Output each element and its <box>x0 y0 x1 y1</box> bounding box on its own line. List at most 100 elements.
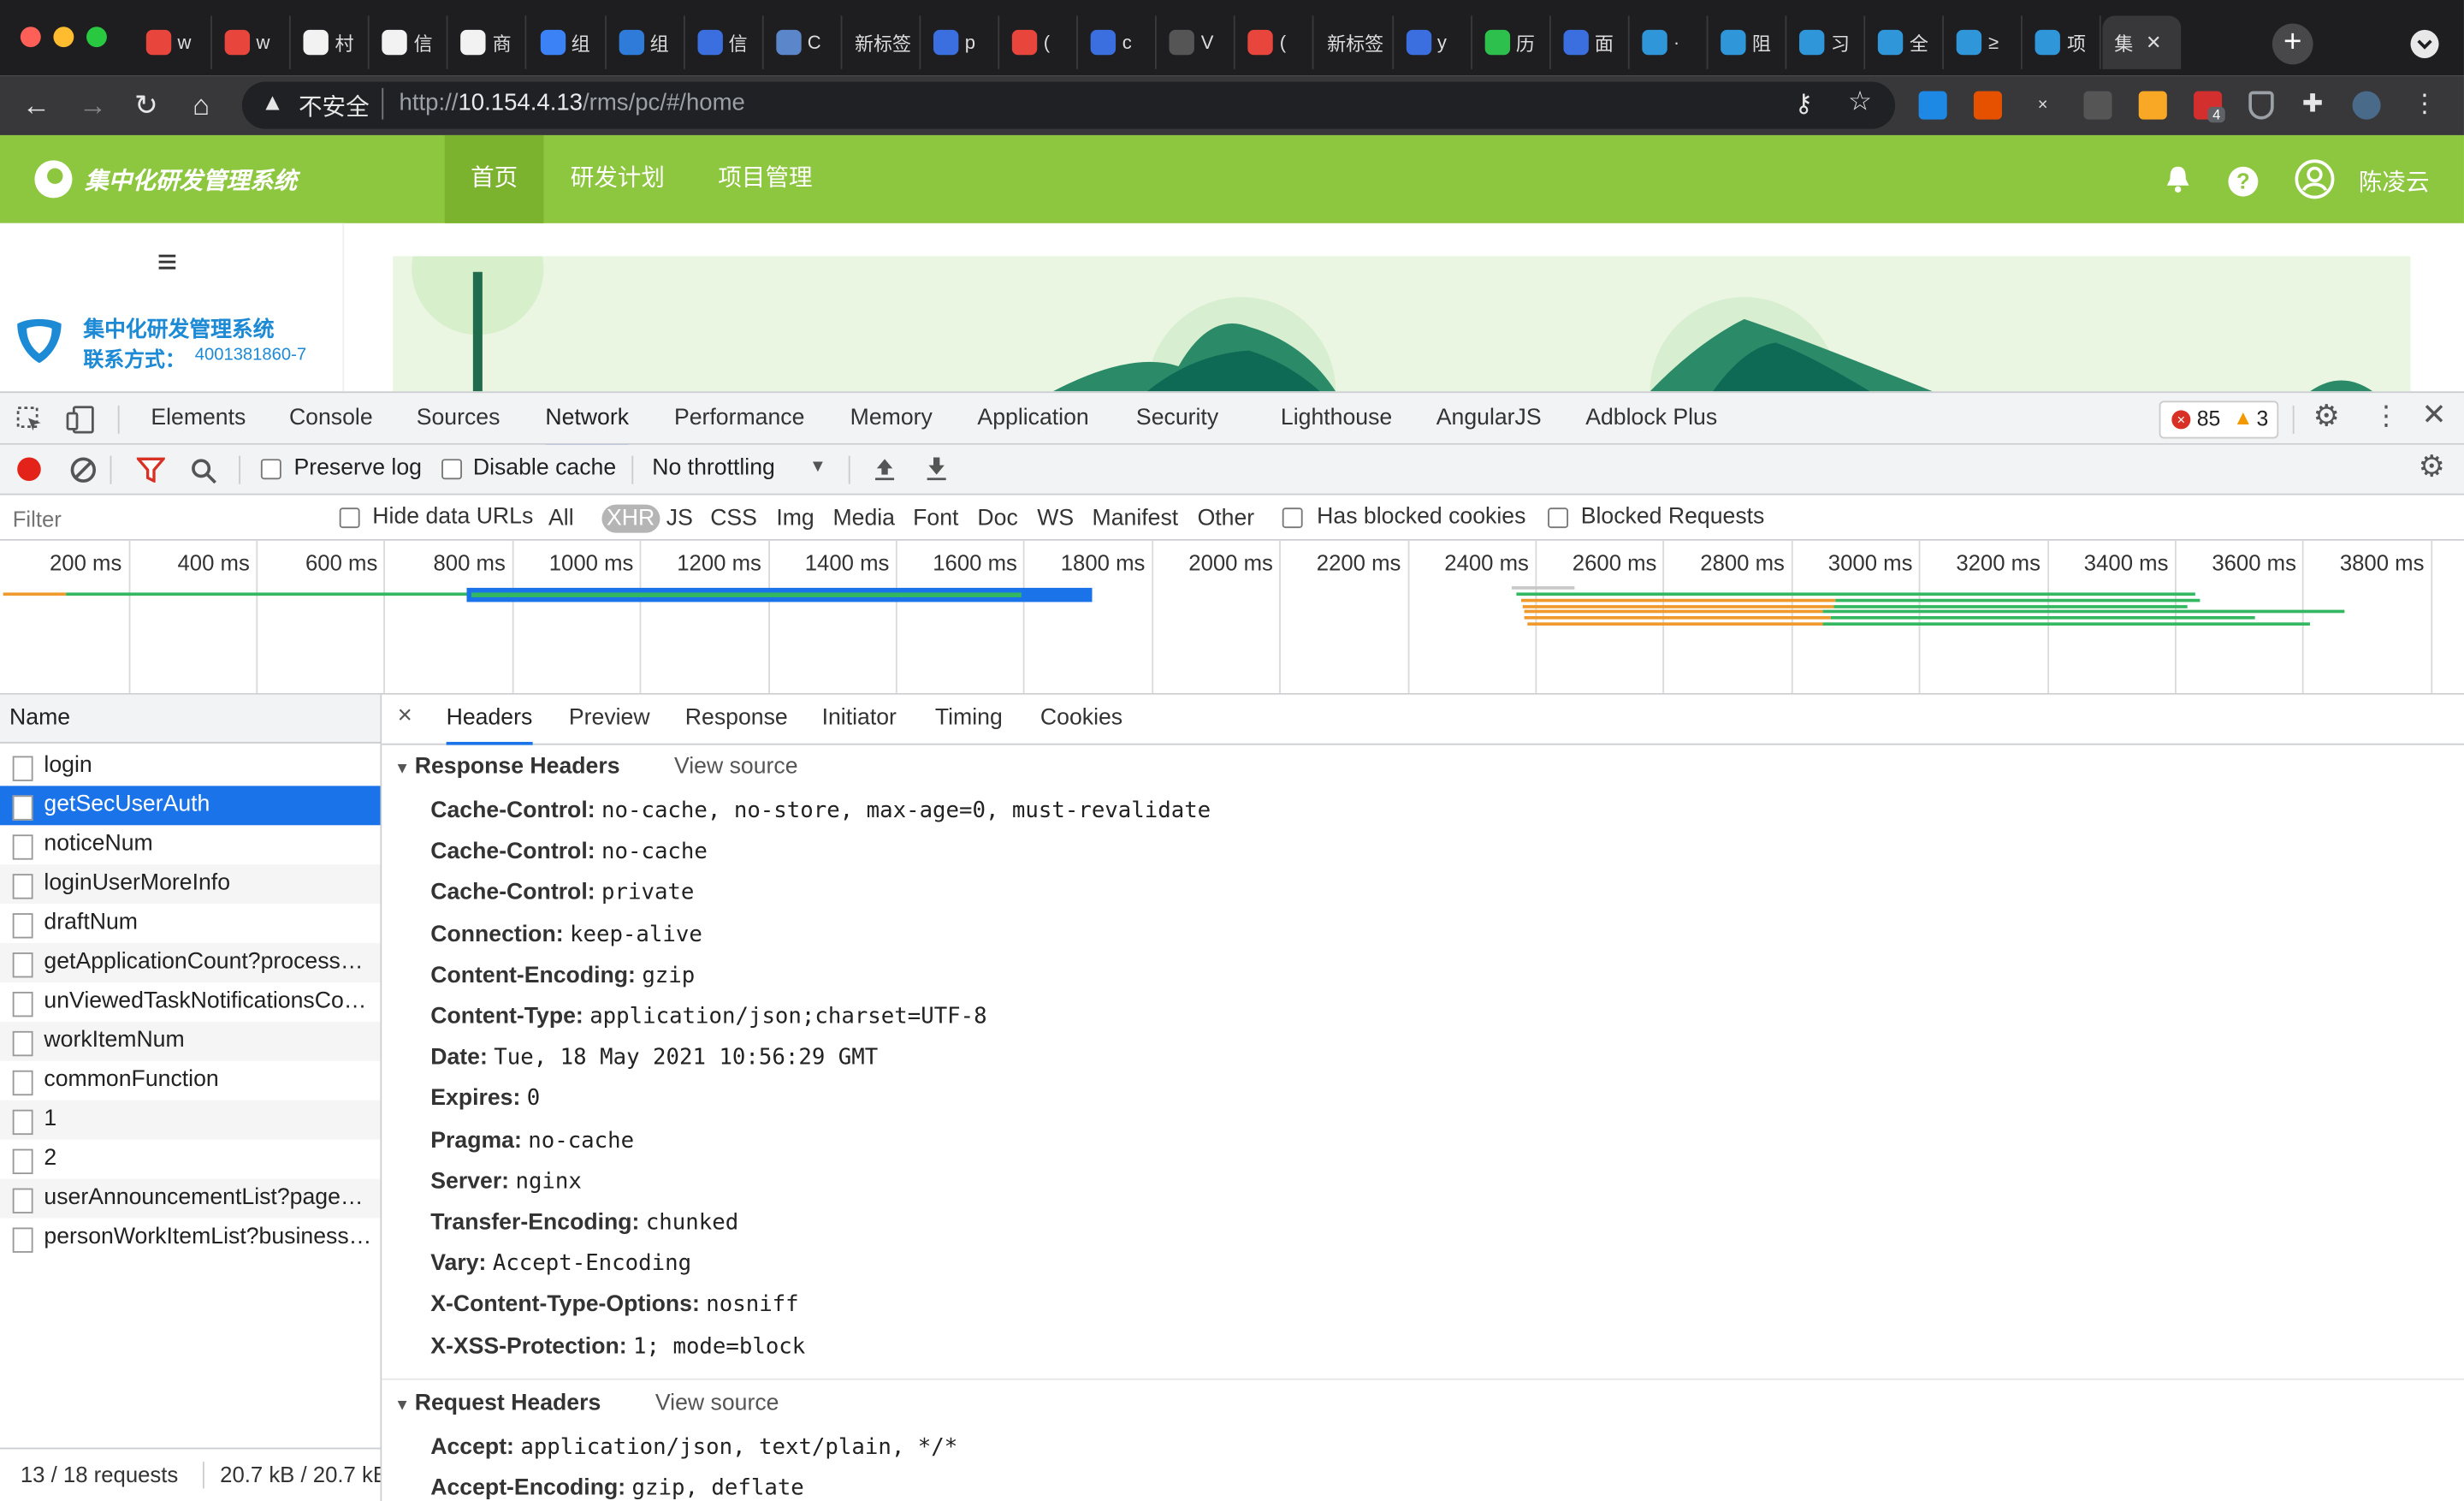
header-row[interactable]: Cache-Control: private <box>430 881 694 905</box>
browser-tab[interactable]: 村 <box>291 15 370 69</box>
extension-orange-icon[interactable] <box>1973 91 2002 120</box>
browser-tab[interactable]: 新标签 <box>842 15 921 69</box>
request-row[interactable]: noticeNum <box>0 825 380 864</box>
settings-gear-icon[interactable]: ⚙ <box>2313 400 2340 436</box>
browser-tab[interactable]: 商 <box>448 15 528 69</box>
request-row[interactable]: userAnnouncementList?page… <box>0 1178 381 1219</box>
detail-tab-initiator[interactable]: Initiator <box>822 695 897 742</box>
filter-type-css[interactable]: CSS <box>710 505 757 533</box>
name-column-header[interactable]: Name <box>0 694 381 744</box>
issues-counter[interactable]: × 85 ▲ 3 <box>2159 400 2279 439</box>
request-row[interactable]: commonFunction <box>0 1061 380 1101</box>
hamburger-menu-icon[interactable]: ≡ <box>157 242 178 283</box>
profile-avatar[interactable] <box>2352 91 2381 120</box>
header-row[interactable]: Content-Type: application/json;charset=U… <box>430 1005 986 1029</box>
security-label[interactable]: 不安全 <box>299 90 370 123</box>
disable-cache-checkbox[interactable] <box>441 459 462 480</box>
help-icon[interactable]: ? <box>2228 166 2259 197</box>
browser-tab[interactable]: ≥ <box>1945 15 2023 69</box>
extension-gray-icon[interactable] <box>2083 91 2112 120</box>
bell-icon[interactable] <box>2164 163 2192 195</box>
new-tab-button[interactable]: + <box>2272 23 2313 65</box>
devtools-tab-adblock-plus[interactable]: Adblock Plus <box>1585 393 1717 445</box>
header-row[interactable]: Transfer-Encoding: chunked <box>430 1210 738 1235</box>
browser-tab[interactable]: C <box>763 15 843 69</box>
filter-type-img[interactable]: Img <box>776 505 814 533</box>
search-icon[interactable] <box>190 457 216 484</box>
user-avatar-icon[interactable] <box>2295 159 2336 200</box>
header-row[interactable]: Cache-Control: no-cache <box>430 839 708 864</box>
preserve-log-checkbox[interactable] <box>260 459 281 480</box>
forward-icon[interactable]: → <box>72 85 113 126</box>
request-row[interactable]: workItemNum <box>0 1021 381 1061</box>
url-text[interactable]: http://10.154.4.13/rms/pc/#/home <box>400 90 745 116</box>
response-view-source-link[interactable]: View source <box>674 755 798 780</box>
filter-type-other[interactable]: Other <box>1198 505 1255 533</box>
filter-type-media[interactable]: Media <box>832 505 895 533</box>
request-row[interactable]: login <box>0 746 380 786</box>
browser-tab[interactable]: ( <box>999 15 1079 69</box>
browser-tab[interactable]: 集 ✕ <box>2101 15 2181 69</box>
close-detail-icon[interactable]: × <box>398 703 412 731</box>
devtools-tab-lighthouse[interactable]: Lighthouse <box>1281 393 1392 445</box>
devtools-tab-sources[interactable]: Sources <box>417 393 500 445</box>
header-row[interactable]: X-XSS-Protection: 1; mode=block <box>430 1334 805 1359</box>
header-row[interactable]: Vary: Accept-Encoding <box>430 1251 691 1276</box>
devtools-tab-elements[interactable]: Elements <box>151 393 246 445</box>
throttling-select[interactable]: No throttling <box>652 456 775 481</box>
network-settings-gear-icon[interactable]: ⚙ <box>2419 449 2445 485</box>
header-row[interactable]: Pragma: no-cache <box>430 1128 634 1153</box>
has-blocked-cookies-checkbox[interactable] <box>1282 507 1303 529</box>
minimize-window-button[interactable] <box>53 27 74 48</box>
filter-type-xhr[interactable]: XHR <box>601 504 660 533</box>
nav-home[interactable]: 首页 <box>444 134 544 223</box>
browser-tab[interactable]: 面 <box>1550 15 1630 69</box>
user-name[interactable]: 陈凌云 <box>2359 165 2430 199</box>
filter-input[interactable] <box>3 501 311 535</box>
browser-tab[interactable]: w <box>133 15 213 69</box>
header-row[interactable]: Connection: keep-alive <box>430 922 702 946</box>
browser-tab[interactable]: w <box>212 15 292 69</box>
request-row[interactable]: loginUserMoreInfo <box>0 864 381 905</box>
more-options-icon[interactable]: ⋮ <box>2372 400 2399 432</box>
browser-tab[interactable]: 组 <box>527 15 607 69</box>
header-row[interactable]: Accept: application/json, text/plain, */… <box>430 1435 957 1460</box>
import-har-icon[interactable] <box>874 456 896 481</box>
request-row[interactable]: 1 <box>0 1100 381 1140</box>
browser-tab[interactable]: p <box>921 15 1000 69</box>
detail-tab-timing[interactable]: Timing <box>935 695 1003 742</box>
nav-project-mgmt[interactable]: 项目管理 <box>699 135 831 223</box>
detail-tab-cookies[interactable]: Cookies <box>1040 695 1122 742</box>
inspect-element-icon[interactable] <box>15 406 44 434</box>
request-row[interactable]: getApplicationCount?process… <box>0 943 381 982</box>
detail-tab-response[interactable]: Response <box>685 695 788 742</box>
request-row[interactable]: 2 <box>0 1140 380 1179</box>
close-tab-icon[interactable]: ✕ <box>2146 32 2161 54</box>
detail-tab-preview[interactable]: Preview <box>569 695 650 742</box>
filter-type-doc[interactable]: Doc <box>977 505 1017 533</box>
clear-icon[interactable] <box>70 457 97 483</box>
filter-type-manifest[interactable]: Manifest <box>1093 505 1179 533</box>
tab-search-button[interactable] <box>2410 29 2439 58</box>
header-row[interactable]: Date: Tue, 18 May 2021 10:56:29 GMT <box>430 1046 878 1071</box>
browser-tab[interactable]: 历 <box>1472 15 1551 69</box>
request-headers-section[interactable]: ▼ Request Headers <box>394 1391 601 1415</box>
header-row[interactable]: Accept-Encoding: gzip, deflate <box>430 1476 804 1501</box>
devtools-tab-performance[interactable]: Performance <box>674 393 804 445</box>
devtools-tab-security[interactable]: Security <box>1136 393 1218 445</box>
hide-data-urls-checkbox[interactable] <box>339 507 360 529</box>
devtools-tab-console[interactable]: Console <box>289 393 373 445</box>
device-toolbar-icon[interactable] <box>66 404 98 436</box>
dropdown-arrow-icon[interactable]: ▼ <box>809 457 826 476</box>
filter-type-all[interactable]: All <box>548 505 574 533</box>
network-overview-timeline[interactable]: 200 ms 400 ms 600 ms 800 ms 1000 ms 1200 ms 14… <box>0 540 2464 695</box>
record-icon[interactable] <box>17 457 41 482</box>
devtools-tab-application[interactable]: Application <box>977 393 1088 445</box>
blocked-requests-checkbox[interactable] <box>1548 507 1569 529</box>
filter-funnel-icon[interactable] <box>136 457 165 483</box>
request-row[interactable]: getSecUserAuth <box>0 786 381 826</box>
extension-s-icon[interactable] <box>1918 91 1947 120</box>
browser-tab[interactable]: V <box>1157 15 1236 69</box>
filter-type-ws[interactable]: WS <box>1037 505 1074 533</box>
extension-x-icon[interactable]: × <box>2029 91 2058 120</box>
